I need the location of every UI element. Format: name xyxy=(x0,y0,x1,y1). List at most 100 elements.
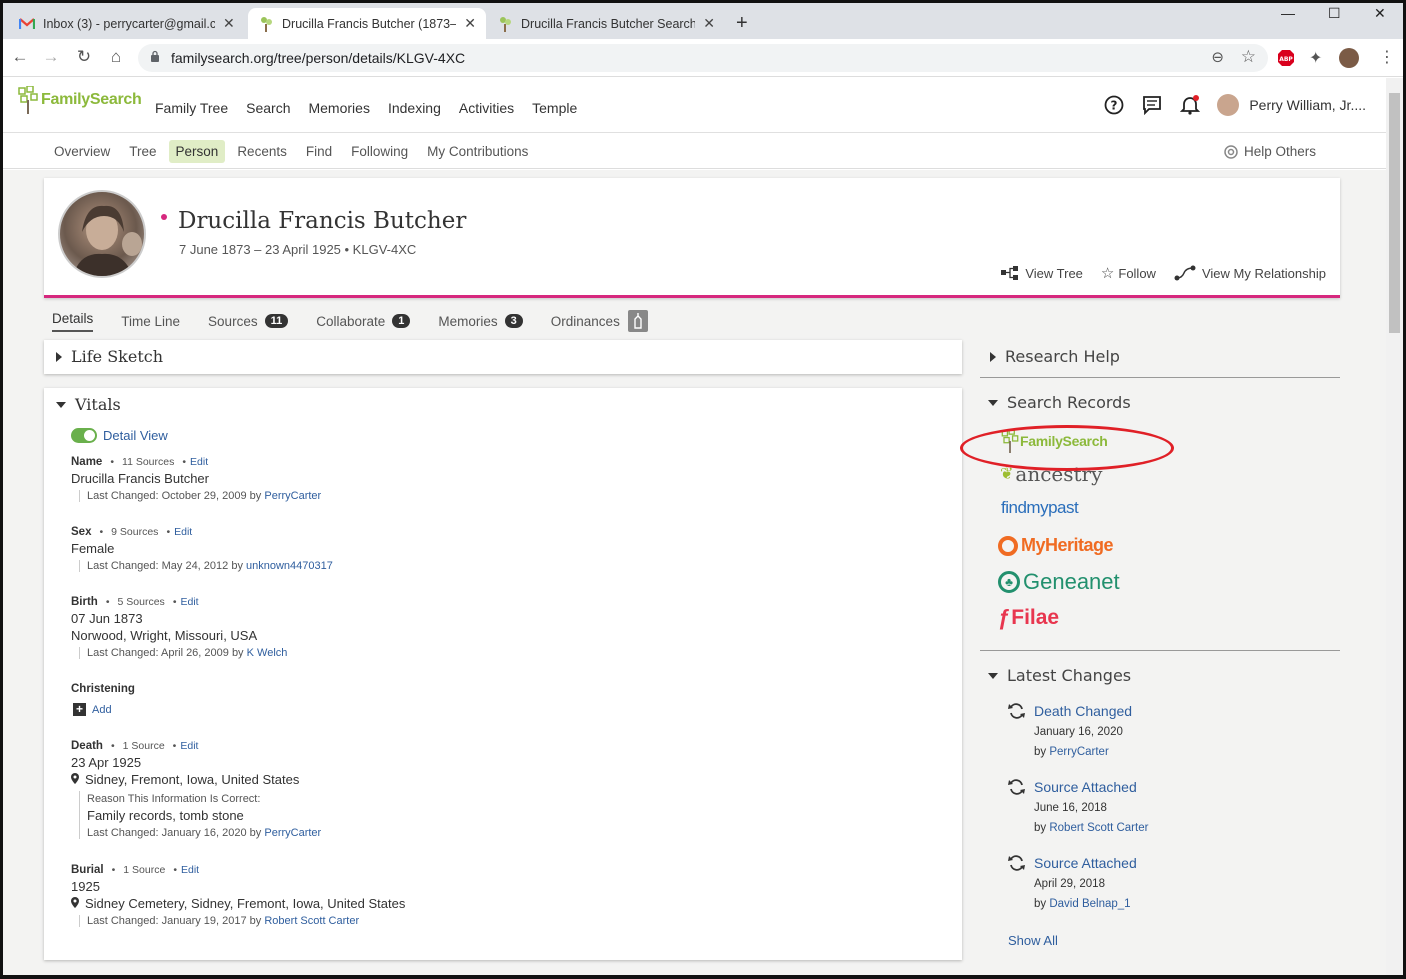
sources-count[interactable]: 5 Sources xyxy=(118,596,165,608)
nav-family-tree[interactable]: Family Tree xyxy=(155,100,228,116)
browser-toolbar: ← → ↻ ⌂ familysearch.org/tree/person/det… xyxy=(3,39,1403,77)
reload-icon[interactable]: ↻ xyxy=(73,47,95,67)
show-all-link[interactable]: Show All xyxy=(1008,933,1058,948)
sources-count[interactable]: 11 Sources xyxy=(122,456,174,468)
change-title-link[interactable]: Source Attached xyxy=(1034,855,1137,871)
change-title-link[interactable]: Death Changed xyxy=(1034,703,1132,719)
caret-down-icon xyxy=(988,672,998,679)
life-sketch-header[interactable]: Life Sketch xyxy=(56,347,163,366)
contributor-link[interactable]: Robert Scott Carter xyxy=(1049,822,1148,834)
tab-search-results[interactable]: Drucilla Francis Butcher Search Re ✕ xyxy=(487,8,725,39)
edit-link[interactable]: Edit xyxy=(174,526,192,538)
close-icon[interactable]: ✕ xyxy=(464,15,476,32)
new-tab-button[interactable]: + xyxy=(736,12,748,35)
latest-changes-title: Latest Changes xyxy=(1007,666,1132,685)
close-icon[interactable]: ✕ xyxy=(223,15,235,32)
close-window-button[interactable]: ✕ xyxy=(1374,5,1386,22)
subnav-find[interactable]: Find xyxy=(299,140,339,163)
adblock-icon[interactable]: ABP xyxy=(1277,49,1295,72)
research-help-section[interactable]: Research Help xyxy=(980,347,1340,366)
geneanet-record-link[interactable]: ♣ Geneanet xyxy=(998,569,1120,595)
tab-ordinances[interactable]: Ordinances xyxy=(551,310,648,332)
help-icon[interactable]: ? xyxy=(1103,94,1125,116)
contributor-link[interactable]: PerryCarter xyxy=(264,490,321,502)
tab-title: Drucilla Francis Butcher Search Re xyxy=(521,16,696,31)
back-arrow-icon[interactable]: ← xyxy=(9,47,31,67)
toggle-switch[interactable] xyxy=(71,428,97,443)
profile-avatar-icon[interactable] xyxy=(1339,48,1359,68)
edit-link[interactable]: Edit xyxy=(180,740,198,752)
tab-sources[interactable]: Sources 11 xyxy=(208,310,289,332)
sources-count[interactable]: 9 Sources xyxy=(111,526,158,538)
filae-record-link[interactable]: ƒ Filae xyxy=(998,605,1059,631)
geneanet-tree-icon: ♣ xyxy=(998,571,1020,593)
bookmark-star-icon[interactable]: ☆ xyxy=(1241,47,1256,67)
maximize-button[interactable]: ☐ xyxy=(1328,5,1341,22)
familysearch-logo[interactable]: FamilySearch xyxy=(17,86,142,114)
edit-link[interactable]: Edit xyxy=(181,864,199,876)
sources-count[interactable]: 1 Source xyxy=(123,740,165,752)
tab-person-details[interactable]: Drucilla Francis Butcher (1873–1925) ✕ xyxy=(248,8,486,39)
address-bar[interactable]: familysearch.org/tree/person/details/KLG… xyxy=(138,44,1268,72)
subnav-my-contributions[interactable]: My Contributions xyxy=(420,140,535,163)
subnav-following[interactable]: Following xyxy=(344,140,415,163)
tab-collaborate[interactable]: Collaborate 1 xyxy=(316,310,411,332)
highlight-annotation-circle xyxy=(960,425,1174,471)
browser-menu-icon[interactable]: ⋮ xyxy=(1379,47,1395,67)
subnav-overview[interactable]: Overview xyxy=(47,140,117,163)
vital-place: Sidney Cemetery, Sidney, Fremont, Iowa, … xyxy=(85,896,406,911)
contributor-link[interactable]: David Belnap_1 xyxy=(1049,898,1130,910)
contributor-link[interactable]: PerryCarter xyxy=(1049,746,1108,758)
follow-button[interactable]: ☆ Follow xyxy=(1101,264,1156,282)
relationship-icon xyxy=(1174,265,1196,281)
add-christening-button[interactable]: + Add xyxy=(71,703,135,716)
edit-link[interactable]: Edit xyxy=(181,596,199,608)
latest-changes-section[interactable]: Latest Changes xyxy=(980,666,1340,685)
user-name[interactable]: Perry William, Jr.... xyxy=(1249,97,1366,113)
findmypast-record-link[interactable]: findmypast xyxy=(1001,498,1079,518)
life-sketch-panel[interactable]: Life Sketch xyxy=(44,340,962,374)
subnav-recents[interactable]: Recents xyxy=(230,140,294,163)
contributor-link[interactable]: Robert Scott Carter xyxy=(264,915,359,927)
tab-gmail[interactable]: Inbox (3) - perrycarter@gmail.com ✕ xyxy=(9,8,247,39)
scrollbar-thumb[interactable] xyxy=(1389,93,1400,333)
home-icon[interactable]: ⌂ xyxy=(105,47,127,67)
nav-indexing[interactable]: Indexing xyxy=(388,100,441,116)
nav-memories[interactable]: Memories xyxy=(308,100,369,116)
zoom-icon[interactable]: ⊖ xyxy=(1211,48,1224,66)
tab-time-line[interactable]: Time Line xyxy=(121,310,180,332)
vitals-header[interactable]: Vitals xyxy=(56,395,121,414)
tab-memories-label: Memories xyxy=(438,313,498,329)
forward-arrow-icon[interactable]: → xyxy=(40,47,62,67)
subnav-tree[interactable]: Tree xyxy=(122,140,163,163)
myheritage-record-link[interactable]: MyHeritage xyxy=(998,535,1114,556)
nav-activities[interactable]: Activities xyxy=(459,100,514,116)
last-changed: Last Changed: October 29, 2009 by PerryC… xyxy=(79,490,321,502)
contributor-link[interactable]: K Welch xyxy=(247,647,288,659)
contributor-link[interactable]: unknown4470317 xyxy=(246,560,333,572)
view-tree-button[interactable]: View Tree xyxy=(1001,264,1083,282)
search-records-section[interactable]: Search Records xyxy=(980,393,1340,412)
tab-details[interactable]: Details xyxy=(52,310,94,332)
caret-down-icon xyxy=(988,399,998,406)
contributor-link[interactable]: PerryCarter xyxy=(264,827,321,839)
close-icon[interactable]: ✕ xyxy=(703,15,715,32)
help-others-link[interactable]: Help Others xyxy=(1224,144,1316,159)
nav-temple[interactable]: Temple xyxy=(532,100,577,116)
person-portrait[interactable] xyxy=(58,190,146,278)
extensions-puzzle-icon[interactable]: ✦ xyxy=(1309,48,1322,68)
notifications-bell-icon[interactable] xyxy=(1179,94,1201,116)
subnav-person[interactable]: Person xyxy=(168,140,226,163)
nav-search[interactable]: Search xyxy=(246,100,290,116)
edit-link[interactable]: Edit xyxy=(190,456,208,468)
tab-memories[interactable]: Memories 3 xyxy=(438,310,523,332)
detail-view-toggle[interactable]: Detail View xyxy=(71,428,168,443)
page-scrollbar[interactable] xyxy=(1386,78,1403,975)
change-title-link[interactable]: Source Attached xyxy=(1034,779,1137,795)
last-changed: Last Changed: January 19, 2017 by Robert… xyxy=(79,915,405,927)
sources-count[interactable]: 1 Source xyxy=(123,864,165,876)
minimize-button[interactable]: — xyxy=(1281,5,1295,21)
avatar[interactable] xyxy=(1217,94,1240,116)
messages-icon[interactable] xyxy=(1141,94,1163,116)
view-my-relationship-button[interactable]: View My Relationship xyxy=(1174,264,1326,282)
